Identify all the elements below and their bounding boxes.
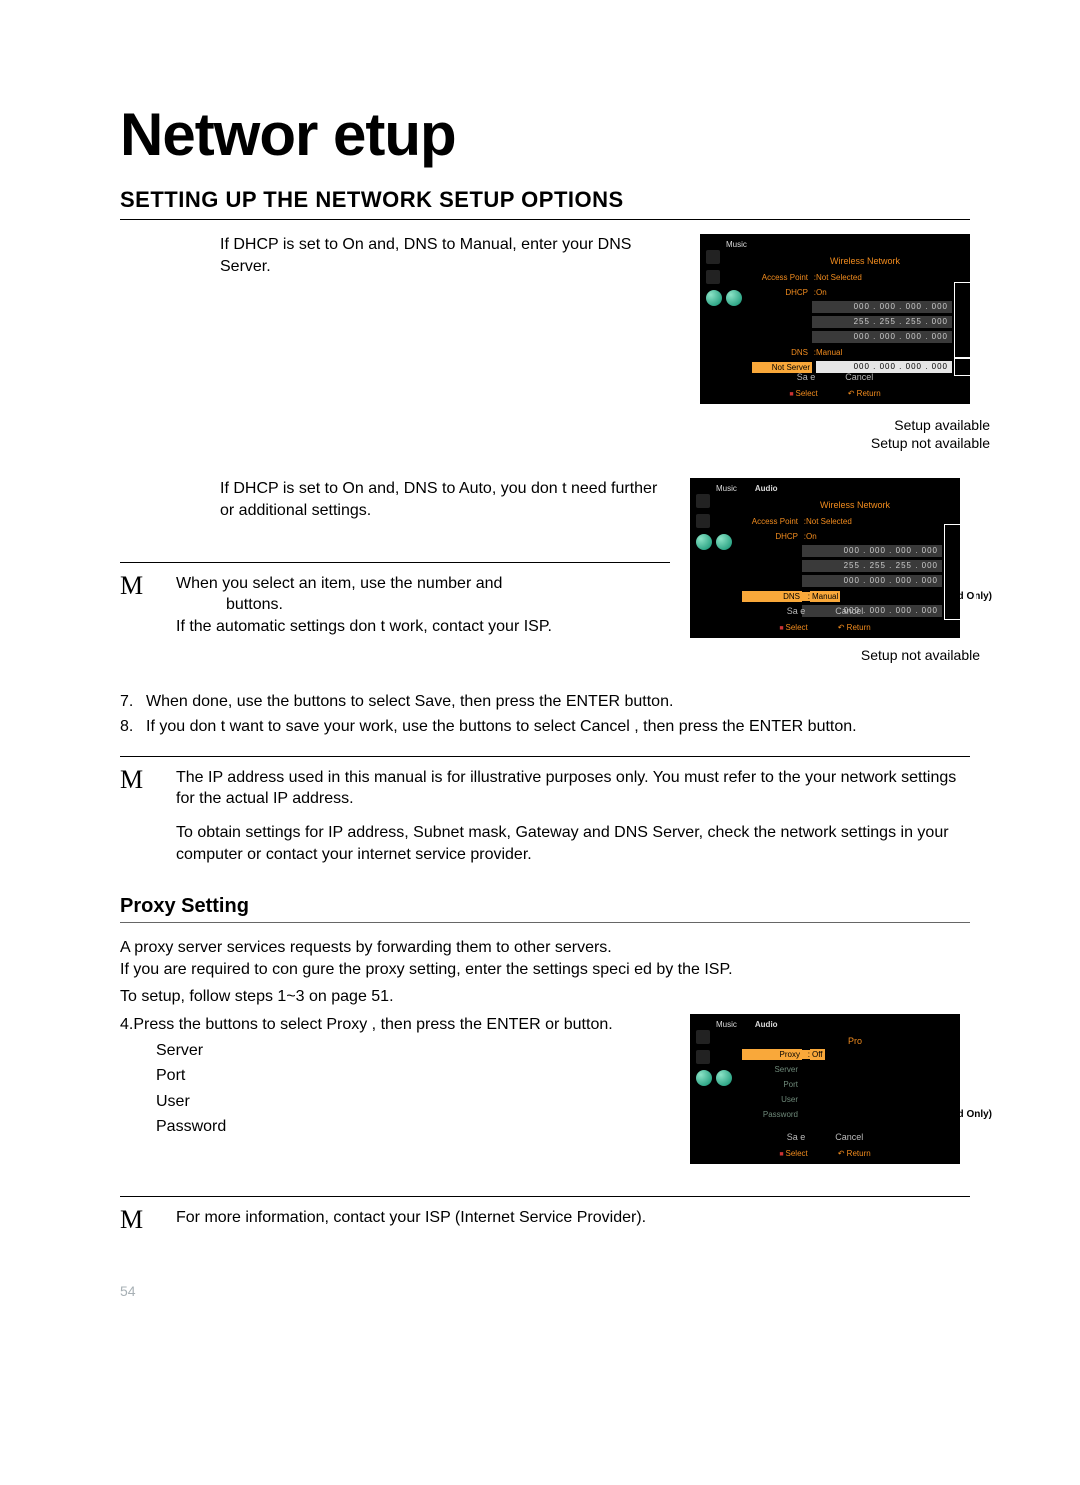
note2-line2: To obtain settings for IP address, Subne… <box>176 822 970 865</box>
label-ap: Access Point <box>752 273 808 282</box>
note1-line1a: When you select an item, use the number … <box>176 575 502 592</box>
tab-audio: Audio <box>755 1020 778 1029</box>
screenshot-wireless-manual: Music Wireless Network Access Point:Not … <box>700 234 970 404</box>
step-7: When done, use the buttons to select Sav… <box>146 691 673 713</box>
label-proxy: Proxy <box>742 1049 802 1060</box>
note-icon: M <box>120 573 150 599</box>
gateway-box: 000 . 000 . 000 . 000 <box>812 331 952 343</box>
screenshot-wireless-auto: Music Audio Wireless Network Access Poin… <box>690 478 960 638</box>
tab-music: Music <box>716 484 737 493</box>
sidebar-icon <box>696 514 710 528</box>
note1-line2: If the automatic settings don t work, co… <box>176 618 552 635</box>
tab-music: Music <box>726 240 747 249</box>
page-number: 54 <box>120 1283 970 1299</box>
sidebar-icon <box>696 494 710 508</box>
value-ap: Not Selected <box>816 273 862 282</box>
note1-line1b: buttons. <box>226 596 283 613</box>
proxy-p2: If you are required to con gure the prox… <box>120 959 970 981</box>
sidebar-icon-active <box>696 534 712 550</box>
subnet-box: 255 . 255 . 255 . 000 <box>812 316 952 328</box>
gateway-box: 000 . 000 . 000 . 000 <box>802 575 942 587</box>
value-proxy-off: Off <box>810 1049 825 1060</box>
label-server: Server <box>742 1065 798 1074</box>
step-8: If you don t want to save your work, use… <box>146 716 857 738</box>
label-dhcp: DHCP <box>752 288 808 297</box>
value-ap: Not Selected <box>806 517 852 526</box>
proxy-field-server: Server <box>156 1040 670 1062</box>
sidebar-icon-active <box>706 290 722 306</box>
section-heading: SETTING UP THE NETWORK SETUP OPTIONS <box>120 187 970 220</box>
proxy-p3: To setup, follow steps 1~3 on page 51. <box>120 986 970 1008</box>
screenshot-proxy: Music Audio Pro Proxy : Off Server Port … <box>690 1014 960 1164</box>
proxy-field-port: Port <box>156 1065 670 1087</box>
note-icon: M <box>120 1207 150 1233</box>
panel-title-proxy: Pro <box>770 1036 940 1046</box>
sidebar-icon <box>696 1030 710 1044</box>
label-user: User <box>742 1095 798 1104</box>
caption-setup-notavailable: Setup not available <box>690 646 980 664</box>
sidebar-icon-active <box>716 1070 732 1086</box>
cancel-button[interactable]: Cancel <box>835 1132 863 1142</box>
label-dhcp: DHCP <box>742 532 798 541</box>
value-dns-manual: Manual <box>816 348 842 357</box>
hint-return: Return <box>848 389 881 398</box>
hint-return: Return <box>838 623 871 632</box>
value-dhcp: On <box>816 288 827 297</box>
hint-return: Return <box>838 1149 871 1158</box>
sidebar-icon <box>706 270 720 284</box>
label-valid-only: (Valid Only) <box>937 1109 992 1120</box>
ip-box: 000 . 000 . 000 . 000 <box>802 545 942 557</box>
label-dns: DNS <box>752 348 808 357</box>
tab-audio: Audio <box>755 484 778 493</box>
sidebar-icon-active <box>726 290 742 306</box>
note3: For more information, contact your ISP (… <box>176 1207 646 1229</box>
subnet-box: 255 . 255 . 255 . 000 <box>802 560 942 572</box>
hint-select: Select <box>789 389 817 398</box>
ip-box: 000 . 000 . 000 . 000 <box>812 301 952 313</box>
label-port: Port <box>742 1080 798 1089</box>
sidebar-icon-active <box>716 534 732 550</box>
page-title: Networ etup <box>120 100 970 169</box>
tab-music: Music <box>716 1020 737 1029</box>
sidebar-icon <box>706 250 720 264</box>
proxy-p1: A proxy server services requests by forw… <box>120 937 970 959</box>
label-ap: Access Point <box>742 517 798 526</box>
value-dhcp: On <box>806 532 817 541</box>
save-button[interactable]: Sa e <box>797 372 816 382</box>
para-dhcp-auto: If DHCP is set to On and, DNS to Auto, y… <box>120 478 670 521</box>
sidebar-icon-active <box>696 1070 712 1086</box>
panel-title: Wireless Network <box>780 256 950 266</box>
proxy-field-password: Password <box>156 1116 670 1138</box>
value-dns-manual: Manual <box>810 591 840 602</box>
save-button[interactable]: Sa e <box>787 606 806 616</box>
proxy-field-user: User <box>156 1091 670 1113</box>
hint-select: Select <box>779 1149 807 1158</box>
cancel-button[interactable]: Cancel <box>845 372 873 382</box>
proxy-step4: Press the buttons to select Proxy , then… <box>133 1016 612 1033</box>
subheading-proxy: Proxy Setting <box>120 895 970 923</box>
sidebar-icon <box>696 1050 710 1064</box>
note2-line1: The IP address used in this manual is fo… <box>176 767 970 810</box>
note-icon: M <box>120 767 150 793</box>
para-dhcp-manual: If DHCP is set to On and, DNS to Manual,… <box>120 234 680 277</box>
label-password: Password <box>742 1110 798 1119</box>
save-button[interactable]: Sa e <box>787 1132 806 1142</box>
hint-select: Select <box>779 623 807 632</box>
label-dns: DNS <box>742 591 802 602</box>
cancel-button[interactable]: Cancel <box>835 606 863 616</box>
caption-setup-available: Setup available Setup not available <box>700 416 990 452</box>
panel-title: Wireless Network <box>770 500 940 510</box>
label-dns-server: Not Server <box>752 362 812 373</box>
